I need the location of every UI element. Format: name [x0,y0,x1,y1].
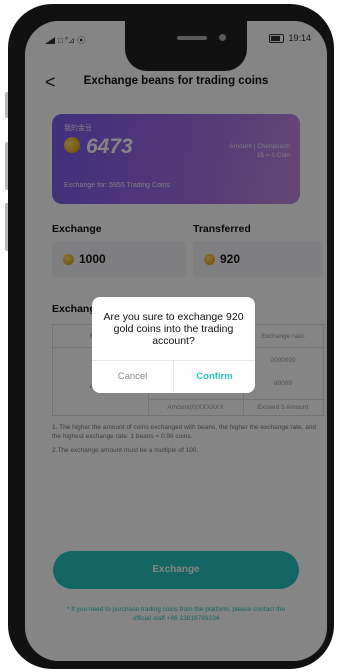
dialog-message: Are you sure to exchange 920 gold coins … [103,311,244,347]
speaker [177,36,207,40]
confirm-dialog: Are you sure to exchange 920 gold coins … [92,297,255,393]
app-screen: □ °⊿ ⦿ 19:14 < Exchange beans for tradin… [25,21,327,661]
confirm-button[interactable]: Confirm [174,360,255,393]
phone-notch [125,21,247,71]
phone-frame: □ °⊿ ⦿ 19:14 < Exchange beans for tradin… [8,4,334,669]
cancel-button[interactable]: Cancel [92,360,173,393]
camera [219,34,226,41]
